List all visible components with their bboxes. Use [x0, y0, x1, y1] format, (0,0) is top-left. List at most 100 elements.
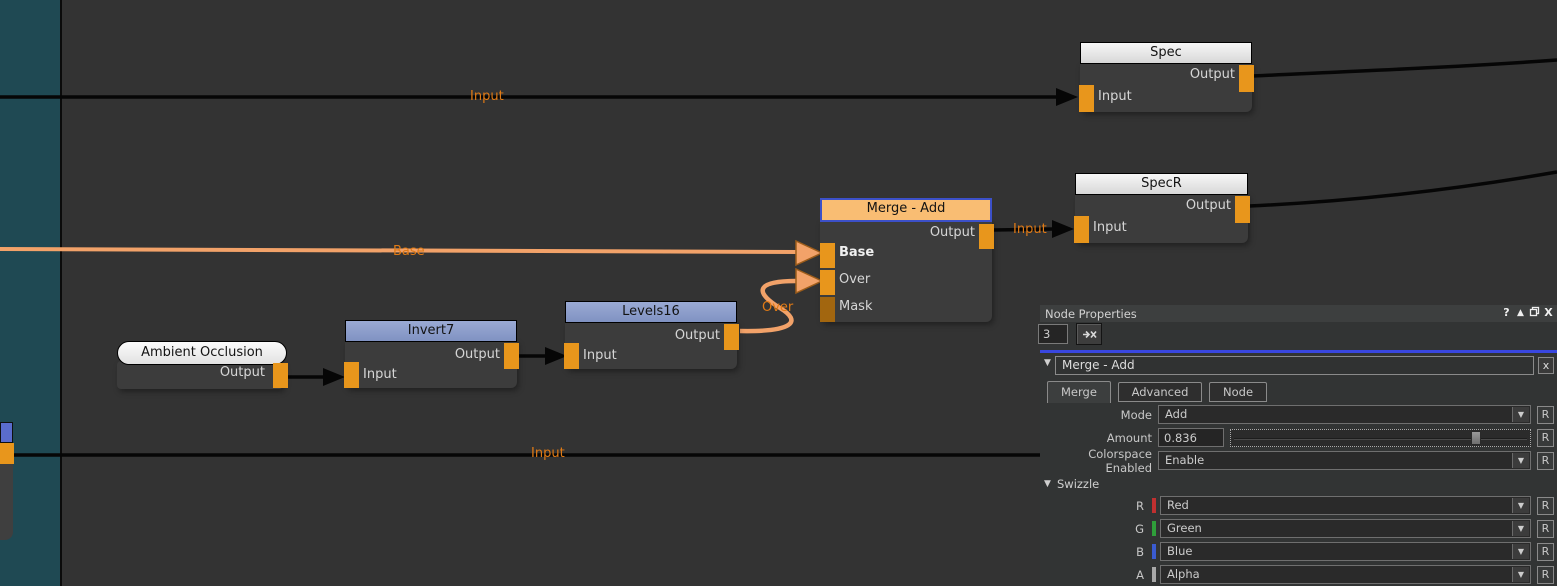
wire-over[interactable]: [740, 281, 796, 331]
node-ambient-occlusion-title[interactable]: Ambient Occlusion: [117, 341, 287, 365]
collapse-node-icon[interactable]: ▼: [1044, 358, 1051, 368]
chevron-down-icon[interactable]: ▼: [1512, 498, 1529, 513]
node-merge-add[interactable]: Merge - Add Output Base Over Mask: [820, 198, 992, 322]
chevron-down-icon[interactable]: ▼: [1512, 521, 1529, 536]
swizzle-g-dropdown[interactable]: Green ▼: [1160, 519, 1531, 538]
green-channel-bar: [1152, 521, 1156, 536]
node-levels16-output-port[interactable]: [724, 324, 739, 350]
swizzle-a-label: A: [1040, 568, 1150, 582]
node-spec-output-port[interactable]: [1239, 65, 1254, 92]
mode-reset-button[interactable]: R: [1537, 406, 1554, 424]
amount-slider[interactable]: [1230, 429, 1531, 447]
swizzle-g-value: Green: [1167, 521, 1202, 535]
colorspace-reset-button[interactable]: R: [1537, 452, 1554, 470]
node-graph-canvas[interactable]: Input Base Over Input Input Spec Output …: [0, 0, 1557, 586]
chevron-down-icon[interactable]: ▼: [1512, 567, 1529, 582]
node-count-input[interactable]: [1038, 324, 1068, 344]
wire-base[interactable]: [0, 249, 797, 252]
swizzle-r-dropdown[interactable]: Red ▼: [1160, 496, 1531, 515]
merge-tabs: Merge Advanced Node: [1047, 381, 1557, 403]
alpha-channel-bar: [1152, 567, 1156, 582]
node-levels16-output-label: Output: [675, 328, 720, 343]
node-specr-title[interactable]: SpecR: [1075, 173, 1248, 195]
chevron-down-icon[interactable]: ▼: [1512, 453, 1529, 468]
node-merge-add-title[interactable]: Merge - Add: [820, 198, 992, 222]
amount-input[interactable]: [1158, 428, 1224, 447]
node-levels16-title[interactable]: Levels16: [565, 301, 737, 323]
node-specr-input-label: Input: [1093, 220, 1127, 235]
node-specr-input-port[interactable]: [1074, 216, 1089, 243]
restore-window-icon[interactable]: [1528, 306, 1541, 320]
node-offscreen-title-edge[interactable]: [0, 422, 13, 443]
amount-label: Amount: [1040, 431, 1158, 445]
mode-value: Add: [1165, 407, 1187, 421]
swizzle-r-label: R: [1040, 499, 1150, 513]
wire-ao-to-invert-arrowhead: [323, 368, 345, 386]
swizzle-b-dropdown[interactable]: Blue ▼: [1160, 542, 1531, 561]
node-levels16[interactable]: Levels16 Output Input: [565, 301, 737, 369]
swizzle-row-r: R Red ▼ R: [1040, 494, 1557, 517]
swizzle-a-reset-button[interactable]: R: [1537, 566, 1554, 584]
node-ambient-occlusion[interactable]: Ambient Occlusion Output: [117, 341, 287, 389]
colorspace-dropdown[interactable]: Enable ▼: [1158, 451, 1531, 470]
blue-channel-bar: [1152, 544, 1156, 559]
node-merge-over-port[interactable]: [820, 270, 835, 295]
node-merge-mask-port[interactable]: [820, 297, 835, 322]
colorspace-value: Enable: [1165, 453, 1204, 467]
colorspace-row: Colorspace Enabled Enable ▼ R: [1040, 449, 1557, 472]
swizzle-section-header[interactable]: ▼ Swizzle: [1040, 474, 1557, 494]
amount-slider-groove: [1234, 438, 1527, 440]
swizzle-a-dropdown[interactable]: Alpha ▼: [1160, 565, 1531, 584]
chevron-down-icon[interactable]: ▼: [1512, 407, 1529, 422]
wire-spec-output[interactable]: [1253, 60, 1557, 76]
swizzle-g-label: G: [1040, 522, 1150, 536]
tab-advanced[interactable]: Advanced: [1118, 382, 1203, 402]
swizzle-b-reset-button[interactable]: R: [1537, 543, 1554, 561]
focus-separator: [1040, 350, 1557, 353]
node-ambient-occlusion-output-port[interactable]: [273, 363, 288, 388]
node-spec-input-label: Input: [1098, 89, 1132, 104]
mode-dropdown[interactable]: Add ▼: [1158, 405, 1531, 424]
node-merge-base-port[interactable]: [820, 243, 835, 268]
node-invert7-title[interactable]: Invert7: [345, 320, 517, 342]
pin-icon[interactable]: ▲: [1514, 306, 1527, 320]
node-invert7-input-port[interactable]: [344, 362, 359, 388]
wire-base-arrowhead: [796, 241, 822, 265]
swizzle-row-g: G Green ▼ R: [1040, 517, 1557, 540]
wire-merge-to-specr[interactable]: [993, 229, 1053, 230]
node-offscreen-output-port[interactable]: [0, 443, 14, 464]
chevron-down-icon[interactable]: ▼: [1512, 544, 1529, 559]
clear-properties-icon[interactable]: [1076, 323, 1102, 345]
close-node-properties-icon[interactable]: x: [1538, 357, 1554, 374]
swizzle-r-reset-button[interactable]: R: [1537, 497, 1554, 515]
node-properties-titlebar[interactable]: Node Properties ? ▲ X: [1040, 305, 1557, 322]
node-merge-output-label: Output: [930, 225, 975, 240]
tab-node[interactable]: Node: [1209, 382, 1267, 402]
amount-slider-handle[interactable]: [1471, 431, 1481, 445]
node-ambient-occlusion-output-label: Output: [220, 365, 265, 380]
merge-node-header-title[interactable]: Merge - Add: [1055, 356, 1534, 375]
help-icon[interactable]: ?: [1500, 306, 1513, 320]
merge-node-header[interactable]: ▼ Merge - Add x: [1040, 355, 1557, 379]
node-specr-output-port[interactable]: [1235, 196, 1250, 223]
node-invert7[interactable]: Invert7 Output Input: [345, 320, 517, 388]
node-properties-toolbar: [1040, 322, 1557, 350]
swizzle-b-value: Blue: [1167, 544, 1192, 558]
node-invert7-input-label: Input: [363, 367, 397, 382]
node-spec[interactable]: Spec Output Input: [1080, 42, 1252, 112]
node-spec-title[interactable]: Spec: [1080, 42, 1252, 64]
node-specr[interactable]: SpecR Output Input: [1075, 173, 1248, 243]
collapse-section-icon[interactable]: ▼: [1044, 479, 1051, 489]
wire-specr-output[interactable]: [1249, 172, 1557, 206]
node-levels16-input-label: Input: [583, 348, 617, 363]
node-spec-output-label: Output: [1190, 67, 1235, 82]
node-merge-output-port[interactable]: [979, 224, 994, 249]
swizzle-g-reset-button[interactable]: R: [1537, 520, 1554, 538]
node-invert7-output-port[interactable]: [504, 343, 519, 369]
node-levels16-input-port[interactable]: [564, 343, 579, 369]
node-properties-panel: Node Properties ? ▲ X ▼ Merge - Add x Me…: [1040, 305, 1557, 586]
tab-merge[interactable]: Merge: [1047, 381, 1111, 403]
node-spec-input-port[interactable]: [1079, 85, 1094, 112]
amount-reset-button[interactable]: R: [1537, 429, 1554, 447]
close-panel-icon[interactable]: X: [1542, 306, 1555, 320]
